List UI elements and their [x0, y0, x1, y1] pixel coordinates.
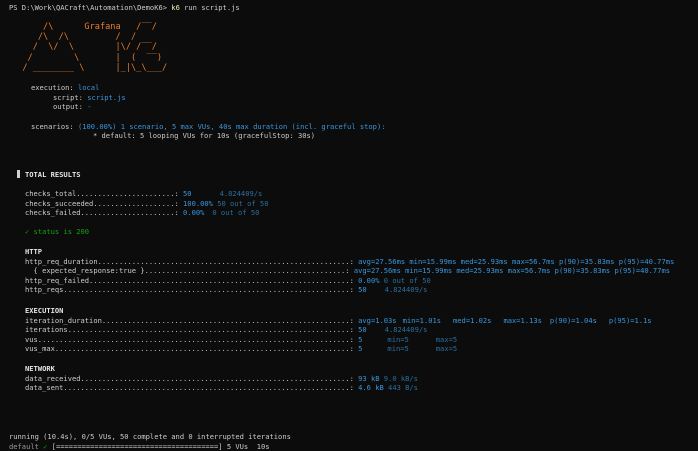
- stat-p90: p(90)=35.83ms: [554, 266, 611, 275]
- scenario-detail: * default: 5 looping VUs for 10s (gracef…: [93, 131, 316, 140]
- metric-value: 100.00%: [183, 199, 213, 208]
- stat-avg: avg=27.56ms: [358, 257, 406, 266]
- metric-label: checks_total.......................:: [25, 189, 179, 198]
- results-marker: [17, 170, 20, 178]
- metric-label: { expected_response:true }..............…: [25, 266, 350, 275]
- output-row: output: -: [53, 102, 91, 111]
- stat-p95: p(95)=1.1s: [608, 316, 652, 325]
- checks-succeeded-row: checks_succeeded...................: 100…: [25, 199, 268, 208]
- metric-label: checks_succeeded...................:: [25, 199, 179, 208]
- metric-value: 0.00%: [358, 276, 380, 285]
- data-received-row: data_received...........................…: [25, 374, 418, 383]
- script-label: script:: [53, 93, 83, 102]
- expected-response-row: { expected_response:true }..............…: [25, 266, 670, 275]
- progress-text: 5 VUs 10s: [222, 442, 270, 451]
- stat-med: med=25.93ms: [460, 257, 508, 266]
- metric-label: vus_max.................................…: [25, 344, 354, 353]
- http-req-failed-row: http_req_failed.........................…: [25, 276, 431, 285]
- metric-rate: 443 B/s: [388, 383, 418, 392]
- metric-label: checks_failed......................:: [25, 208, 179, 217]
- stat-med: med=1.02s: [453, 316, 492, 325]
- output-label: output:: [53, 102, 83, 111]
- metric-value: 5: [358, 344, 363, 353]
- stat-p90: p(90)=35.83ms: [558, 257, 615, 266]
- metric-value: 4.6 kB: [358, 383, 384, 392]
- http-header: HTTP: [25, 247, 43, 256]
- metric-value: 50: [183, 189, 192, 198]
- scenario-name: default: [9, 442, 44, 451]
- metric-rate: 4.824409/s: [384, 325, 428, 334]
- stat-min: min=15.99ms: [405, 266, 453, 275]
- scenarios-label: scenarios:: [31, 122, 74, 131]
- check-status-row: ✓ status is 200: [25, 227, 89, 236]
- metric-rate: 4.824409/s: [219, 189, 263, 198]
- metric-label: data_sent...............................…: [25, 383, 354, 392]
- vus-row: vus.....................................…: [25, 335, 457, 344]
- iteration-duration-row: iteration_duration......................…: [25, 316, 652, 325]
- metric-rate: 4.824409/s: [384, 285, 428, 294]
- execution-header: EXECUTION: [25, 306, 64, 315]
- results-title: TOTAL RESULTS: [25, 170, 81, 179]
- http-req-duration-row: http_req_duration.......................…: [25, 257, 674, 266]
- terminal-window[interactable]: PS D:\Work\QACraft\Automation\DemoK6> k6…: [0, 0, 698, 451]
- stat-min: min=1.01s: [402, 316, 442, 325]
- execution-label: execution:: [31, 83, 74, 92]
- script-value: script.js: [87, 93, 126, 102]
- stat-min: min=15.99ms: [409, 257, 457, 266]
- metric-value: 93 kB: [358, 374, 380, 383]
- stat-max: max=5: [435, 344, 458, 353]
- stat-max: max=5: [435, 335, 458, 344]
- stat-max: max=56.7ms: [507, 266, 551, 275]
- iterations-row: iterations..............................…: [25, 325, 427, 334]
- vus-max-row: vus_max.................................…: [25, 344, 457, 353]
- progress-row: default ✓ [=============================…: [9, 442, 270, 451]
- stat-avg: avg=27.56ms: [353, 266, 401, 275]
- network-header: NETWORK: [25, 364, 55, 373]
- prompt-command: k6: [171, 3, 180, 12]
- metric-rate: 50 out of 50: [217, 199, 269, 208]
- output-value: -: [87, 102, 92, 111]
- metric-rate: 0 out of 50: [383, 276, 431, 285]
- metric-label: iteration_duration......................…: [25, 316, 354, 325]
- prompt-path: PS D:\Work\QACraft\Automation\DemoK6>: [9, 3, 172, 12]
- metric-rate: 9.0 kB/s: [383, 374, 418, 383]
- metric-label: iterations..............................…: [25, 325, 354, 334]
- stat-min: min=5: [387, 344, 409, 353]
- metric-value: 5: [358, 335, 363, 344]
- http-reqs-row: http_reqs...............................…: [25, 285, 427, 294]
- stat-p90: p(90)=1.04s: [549, 316, 597, 325]
- metric-label: http_req_duration.......................…: [25, 257, 354, 266]
- check-status-text: status is 200: [29, 227, 90, 236]
- stat-max: max=56.7ms: [511, 257, 555, 266]
- script-row: script: script.js: [53, 93, 126, 102]
- stat-max: max=1.13s: [503, 316, 542, 325]
- scenarios-row: scenarios: (100.00%) 1 scenario, 5 max V…: [31, 122, 386, 131]
- stat-med: med=25.93ms: [456, 266, 504, 275]
- stat-min: min=5: [387, 335, 409, 344]
- metric-label: data_received...........................…: [25, 374, 354, 383]
- data-sent-row: data_sent...............................…: [25, 383, 418, 392]
- metric-label: http_req_failed.........................…: [25, 276, 354, 285]
- checks-failed-row: checks_failed......................: 0.0…: [25, 208, 259, 217]
- metric-value: 50: [358, 325, 367, 334]
- metric-label: vus.....................................…: [25, 335, 354, 344]
- running-status: running (10.4s), 0/5 VUs, 50 complete an…: [9, 432, 291, 441]
- progress-bar: [======================================]: [47, 442, 223, 451]
- checks-total-row: checks_total.......................: 50 4…: [25, 189, 262, 198]
- metric-value: 0.00%: [183, 208, 205, 217]
- scenarios-summary: (100.00%) 1 scenario, 5 max VUs, 40s max…: [78, 122, 386, 131]
- stat-avg: avg=1.03s: [358, 316, 397, 325]
- stat-p95: p(95)=40.77ms: [614, 266, 671, 275]
- prompt-args: run script.js: [179, 3, 240, 12]
- k6-logo-banner: /\ Grafana /‾‾/ /\ /\ / / / \/ \ |\/ /‾‾…: [22, 22, 168, 73]
- prompt-line: PS D:\Work\QACraft\Automation\DemoK6> k6…: [9, 3, 240, 12]
- execution-value: local: [78, 83, 100, 92]
- metric-rate: 0 out of 50: [212, 208, 260, 217]
- metric-value: 50: [358, 285, 367, 294]
- stat-p95: p(95)=40.77ms: [618, 257, 675, 266]
- execution-row: execution: local: [31, 83, 99, 92]
- metric-label: http_reqs...............................…: [25, 285, 354, 294]
